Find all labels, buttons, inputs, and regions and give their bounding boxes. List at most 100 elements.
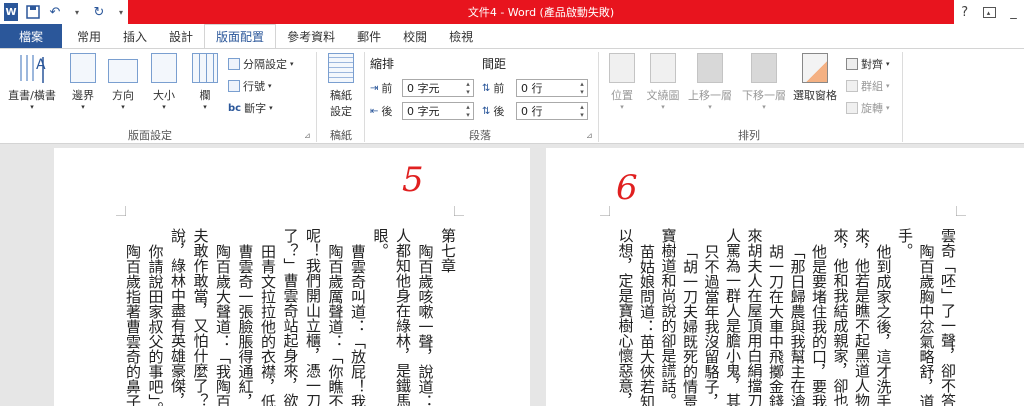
group-label: 群組 — [861, 80, 883, 93]
window-controls: ? ▴ _ — [954, 0, 1024, 24]
spin-arrows-icon[interactable]: ▴ ▾ — [577, 80, 587, 96]
help-button[interactable]: ? — [961, 5, 968, 20]
spacing-before-input[interactable]: 0 行 ▴ ▾ — [516, 79, 588, 97]
group-icon — [846, 80, 858, 92]
spin-arrows-icon[interactable]: ▴ ▾ — [463, 103, 473, 119]
quick-access-toolbar: W ↶ ▾ ↻ ▾ — [0, 0, 128, 24]
text-column: 陶百歲厲聲道：「你瞧不起 — [326, 244, 345, 406]
chevron-down-icon: ▾ — [81, 103, 85, 111]
text-column: 他是要堵住我的口，要我 — [810, 244, 828, 406]
spacing-before-icon: ⇅ — [482, 82, 491, 94]
window-title: 文件4 - Word (產品啟動失敗) — [128, 0, 954, 24]
tab-file[interactable]: 檔案 — [0, 24, 62, 48]
wrap-text-icon — [650, 53, 676, 83]
tab-view[interactable]: 檢視 — [438, 24, 484, 48]
chevron-down-icon: ▾ — [121, 103, 125, 111]
spacing-after-row: ⇅ 後 — [482, 102, 504, 120]
size-label: 大小 — [153, 89, 175, 102]
selection-pane-label: 選取窗格 — [793, 89, 837, 102]
indent-left-icon: ⇥ — [370, 82, 379, 94]
ribbon-display-options-icon[interactable]: ▴ — [982, 6, 996, 18]
spin-arrows-icon[interactable]: ▴ ▾ — [463, 80, 473, 96]
text-column: 寶樹道和尚說的卻是謊話。 — [659, 228, 678, 406]
spacing-before-label: 前 — [493, 82, 505, 95]
breaks-button[interactable]: 分隔設定 ▾ — [228, 55, 294, 73]
margin-corner-mark — [600, 206, 610, 216]
page-left[interactable]: 5 第七章 陶百歲咳嗽一聲，說道：「 人都知他身在綠林，是鐵馬川 眼。 曹雲奇叫道：「放… — [54, 148, 530, 406]
chevron-down-icon: ▾ — [30, 103, 34, 111]
tab-layout[interactable]: 版面配置 — [204, 24, 277, 48]
manuscript-grid-icon — [328, 53, 354, 83]
breaks-icon — [228, 58, 240, 70]
text-column: 來胡夫人在屋頂用白絹擋刀擲 — [745, 228, 764, 406]
selection-pane-icon — [802, 53, 828, 83]
page-right[interactable]: 6 雲奇「呸」了一聲，卻不答話 陶百歲胸中忿氣略舒，道 手。 他到成家之後，這才洗手來… — [546, 148, 1024, 406]
handwritten-page-number: 6 — [616, 168, 638, 208]
text-column: 陶百歲咳嗽一聲，說道：「 — [416, 244, 435, 406]
chevron-down-icon: ▾ — [620, 103, 624, 111]
size-icon — [151, 53, 177, 83]
spin-arrows-icon[interactable]: ▴ ▾ — [577, 103, 587, 119]
redo-icon[interactable]: ↻ — [92, 3, 106, 21]
spacing-before-value: 0 行 — [521, 82, 543, 95]
text-column: 以想，定是寶樹心懷惡意，沒 — [616, 228, 635, 406]
position-button[interactable]: 位置 ▾ — [604, 53, 640, 111]
text-column: 曹雲奇一張臉脹得通紅， — [236, 244, 255, 406]
dialog-launcher-icon[interactable]: ⊿ — [304, 131, 311, 140]
text-column: 說，綠林中盡有英雄豪傑，誰 — [169, 228, 187, 406]
size-button[interactable]: 大小 ▾ — [145, 53, 183, 111]
group-separator — [902, 52, 903, 142]
wrap-text-button[interactable]: 文繞圖 ▾ — [642, 53, 684, 111]
text-column: 「那日歸農與我幫主在滄 — [788, 244, 807, 406]
tab-insert[interactable]: 插入 — [112, 24, 158, 48]
customize-qat-icon[interactable]: ▾ — [114, 3, 128, 21]
minimize-icon[interactable]: _ — [1010, 5, 1017, 20]
indent-after-input[interactable]: 0 字元 ▴ ▾ — [402, 102, 474, 120]
tab-home[interactable]: 常用 — [66, 24, 112, 48]
text-column: 手。 — [896, 228, 914, 258]
tab-design[interactable]: 設計 — [158, 24, 204, 48]
align-button[interactable]: 對齊 ▾ — [846, 55, 890, 73]
send-backward-button[interactable]: 下移一層 ▾ — [738, 53, 790, 111]
group-button[interactable]: 群組 ▾ — [846, 77, 890, 95]
text-column: 陶百歲胸中忿氣略舒，道 — [917, 244, 936, 406]
bring-forward-button[interactable]: 上移一層 ▾ — [684, 53, 736, 111]
hyphenation-button[interactable]: bc 斷字 ▾ — [228, 99, 273, 117]
dialog-launcher-icon[interactable]: ⊿ — [586, 131, 593, 140]
line-numbers-label: 行號 — [243, 80, 265, 93]
rotate-button[interactable]: 旋轉 ▾ — [846, 99, 890, 117]
orientation-label: 方向 — [112, 89, 134, 102]
tab-references[interactable]: 參考資料 — [276, 24, 346, 48]
spacing-after-input[interactable]: 0 行 ▴ ▾ — [516, 102, 588, 120]
selection-pane-button[interactable]: 選取窗格 — [790, 53, 840, 103]
manuscript-settings-button[interactable]: 稿紙 設定 — [322, 53, 360, 119]
text-column: 陶百歲指著曹雲奇的鼻子道 — [124, 244, 142, 406]
document-area[interactable]: 5 第七章 陶百歲咳嗽一聲，說道：「 人都知他身在綠林，是鐵馬川 眼。 曹雲奇叫道：「放… — [0, 145, 1024, 406]
bring-forward-label: 上移一層 — [688, 89, 732, 102]
indent-before-input[interactable]: 0 字元 ▴ ▾ — [402, 79, 474, 97]
margins-button[interactable]: 邊界 ▾ — [64, 53, 102, 111]
text-column: 來，他和我結成親家，卻也不 — [831, 228, 850, 406]
chevron-down-icon: ▾ — [708, 103, 712, 111]
indent-after-value: 0 字元 — [407, 105, 440, 118]
text-column: 眼。 — [371, 228, 390, 258]
text-column: 只不過當年我沒留駱子， — [702, 244, 721, 406]
text-column: 了？」曹雲奇站起身來，欲待 — [281, 228, 300, 406]
spacing-after-label: 後 — [493, 105, 505, 118]
orientation-button[interactable]: 方向 ▾ — [104, 53, 142, 111]
columns-button[interactable]: 欄 ▾ — [188, 53, 222, 111]
undo-icon[interactable]: ↶ — [48, 3, 62, 21]
columns-icon — [192, 53, 218, 83]
paragraph-group-label: 段落 — [469, 129, 491, 142]
save-icon[interactable] — [26, 3, 40, 21]
margins-label: 邊界 — [72, 89, 94, 102]
svg-text:A: A — [36, 57, 46, 73]
chevron-down-icon: ▾ — [162, 103, 166, 111]
tab-review[interactable]: 校閱 — [392, 24, 438, 48]
tab-mailings[interactable]: 郵件 — [346, 24, 392, 48]
chevron-down-icon: ▾ — [268, 82, 272, 90]
chevron-down-icon[interactable]: ▾ — [70, 3, 84, 21]
line-numbers-button[interactable]: 行號 ▾ — [228, 77, 272, 95]
text-direction-button[interactable]: A 直書/橫書 ▾ — [4, 53, 60, 111]
indent-right-icon: ⇤ — [370, 105, 379, 117]
